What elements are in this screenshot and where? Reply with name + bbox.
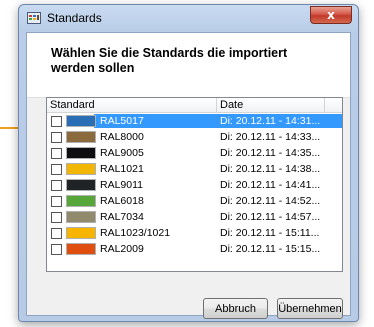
color-swatch (66, 163, 96, 175)
row-checkbox[interactable] (51, 148, 62, 159)
list-item[interactable]: RAL1021 Di: 20.12.11 - 14:38... (47, 162, 342, 176)
screen: Standards x Wählen Sie die Standards die… (0, 0, 374, 327)
row-checkbox[interactable] (51, 116, 62, 127)
dialog-body: Wählen Sie die Standards die importiert … (26, 32, 351, 319)
list-item[interactable]: RAL6018 Di: 20.12.11 - 14:52... (47, 194, 342, 208)
standard-date: Di: 20.12.11 - 14:52... (220, 195, 321, 207)
column-header-date[interactable]: Date (217, 98, 325, 112)
standard-name: RAL9005 (100, 147, 144, 159)
list-item[interactable]: RAL1023/1021 Di: 20.12.11 - 15:11... (47, 226, 342, 240)
dialog-heading: Wählen Sie die Standards die importiert … (51, 46, 288, 75)
standard-name: RAL1021 (100, 163, 144, 175)
standard-date: Di: 20.12.11 - 14:31... (220, 115, 321, 127)
color-swatch (66, 227, 96, 239)
close-button[interactable]: x (310, 6, 352, 24)
standards-list[interactable]: Standard Date RAL5017 Di: 20.12.11 - 14:3… (46, 97, 343, 272)
column-header-filler (325, 98, 342, 112)
standard-date: Di: 20.12.11 - 15:15... (220, 243, 321, 255)
list-item[interactable]: RAL2009 Di: 20.12.11 - 15:15... (47, 242, 342, 256)
color-swatch (66, 115, 96, 127)
row-checkbox[interactable] (51, 228, 62, 239)
standard-name: RAL1023/1021 (100, 227, 171, 239)
list-item[interactable]: RAL9005 Di: 20.12.11 - 14:35... (47, 146, 342, 160)
row-checkbox[interactable] (51, 180, 62, 191)
row-checkbox[interactable] (51, 196, 62, 207)
row-checkbox[interactable] (51, 244, 62, 255)
standard-name: RAL9011 (100, 179, 144, 191)
color-swatch (66, 211, 96, 223)
standard-name: RAL6018 (100, 195, 144, 207)
row-checkbox[interactable] (51, 164, 62, 175)
standards-dialog: Standards x Wählen Sie die Standards die… (18, 4, 359, 322)
cancel-button[interactable]: Abbruch (203, 298, 268, 319)
standard-name: RAL5017 (100, 115, 144, 127)
standard-date: Di: 20.12.11 - 14:35... (220, 147, 321, 159)
list-item[interactable]: RAL8000 Di: 20.12.11 - 14:33... (47, 130, 342, 144)
window-title: Standards (47, 11, 102, 25)
standard-date: Di: 20.12.11 - 14:41... (220, 179, 321, 191)
color-swatch (66, 179, 96, 191)
standard-date: Di: 20.12.11 - 14:33... (220, 131, 321, 143)
accept-button[interactable]: Übernehmen (277, 298, 343, 319)
list-item[interactable]: RAL7034 Di: 20.12.11 - 14:57... (47, 210, 342, 224)
dialog-header: Wählen Sie die Standards die importiert … (27, 33, 350, 98)
color-swatch (66, 131, 96, 143)
close-icon: x (327, 8, 335, 22)
title-bar[interactable]: Standards x (19, 5, 358, 31)
list-item[interactable]: RAL5017 Di: 20.12.11 - 14:31... (47, 114, 342, 128)
standard-date: Di: 20.12.11 - 14:38... (220, 163, 321, 175)
standard-name: RAL7034 (100, 211, 144, 223)
row-checkbox[interactable] (51, 212, 62, 223)
standard-name: RAL2009 (100, 243, 144, 255)
column-header-standard[interactable]: Standard (47, 98, 217, 112)
list-item[interactable]: RAL9011 Di: 20.12.11 - 14:41... (47, 178, 342, 192)
color-swatch (66, 195, 96, 207)
app-icon (27, 12, 41, 24)
color-swatch (66, 243, 96, 255)
color-swatch (66, 147, 96, 159)
standard-name: RAL8000 (100, 131, 144, 143)
standard-date: Di: 20.12.11 - 15:11... (220, 227, 320, 239)
list-header: Standard Date (47, 98, 342, 113)
row-checkbox[interactable] (51, 132, 62, 143)
standard-date: Di: 20.12.11 - 14:57... (220, 211, 321, 223)
